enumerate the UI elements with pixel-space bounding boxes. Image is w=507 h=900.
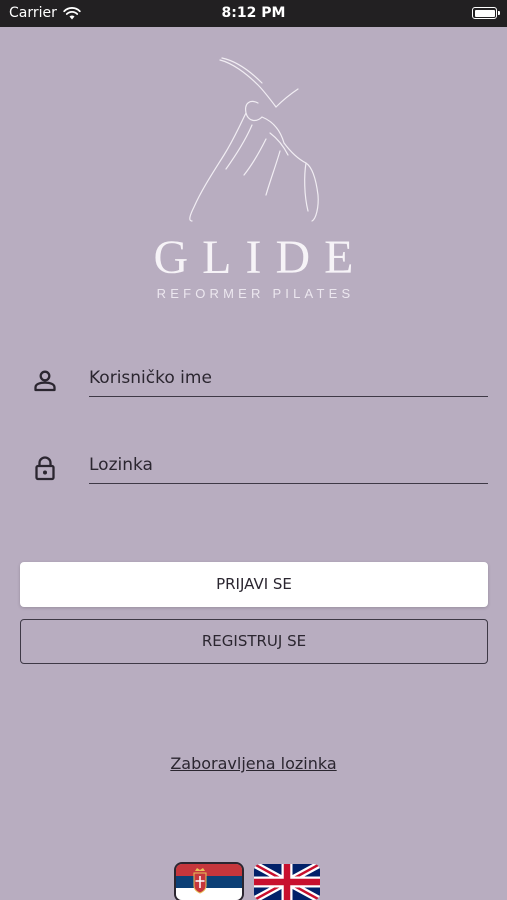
dancer-logo-icon — [189, 57, 319, 222]
register-button[interactable]: REGISTRUJ SE — [20, 619, 488, 664]
forgot-password-row: Zaboravljena lozinka — [0, 754, 507, 773]
username-input[interactable] — [89, 360, 488, 397]
uk-flag-icon[interactable] — [254, 864, 320, 900]
person-icon — [34, 370, 56, 392]
clock: 8:12 PM — [221, 5, 286, 21]
username-field-row — [30, 352, 488, 402]
password-input[interactable] — [89, 447, 488, 484]
forgot-password-link[interactable]: Zaboravljena lozinka — [170, 754, 336, 773]
battery-icon — [472, 7, 500, 19]
app-logo-subtitle: REFORMER PILATES — [156, 286, 355, 301]
app-logo-title: GLIDE — [153, 231, 368, 284]
password-field-row — [30, 439, 488, 489]
lock-icon — [35, 456, 55, 481]
serbia-flag-icon[interactable] — [176, 864, 242, 900]
login-button[interactable]: PRIJAVI SE — [20, 562, 488, 607]
status-bar: Carrier 8:12 PM — [0, 0, 507, 27]
